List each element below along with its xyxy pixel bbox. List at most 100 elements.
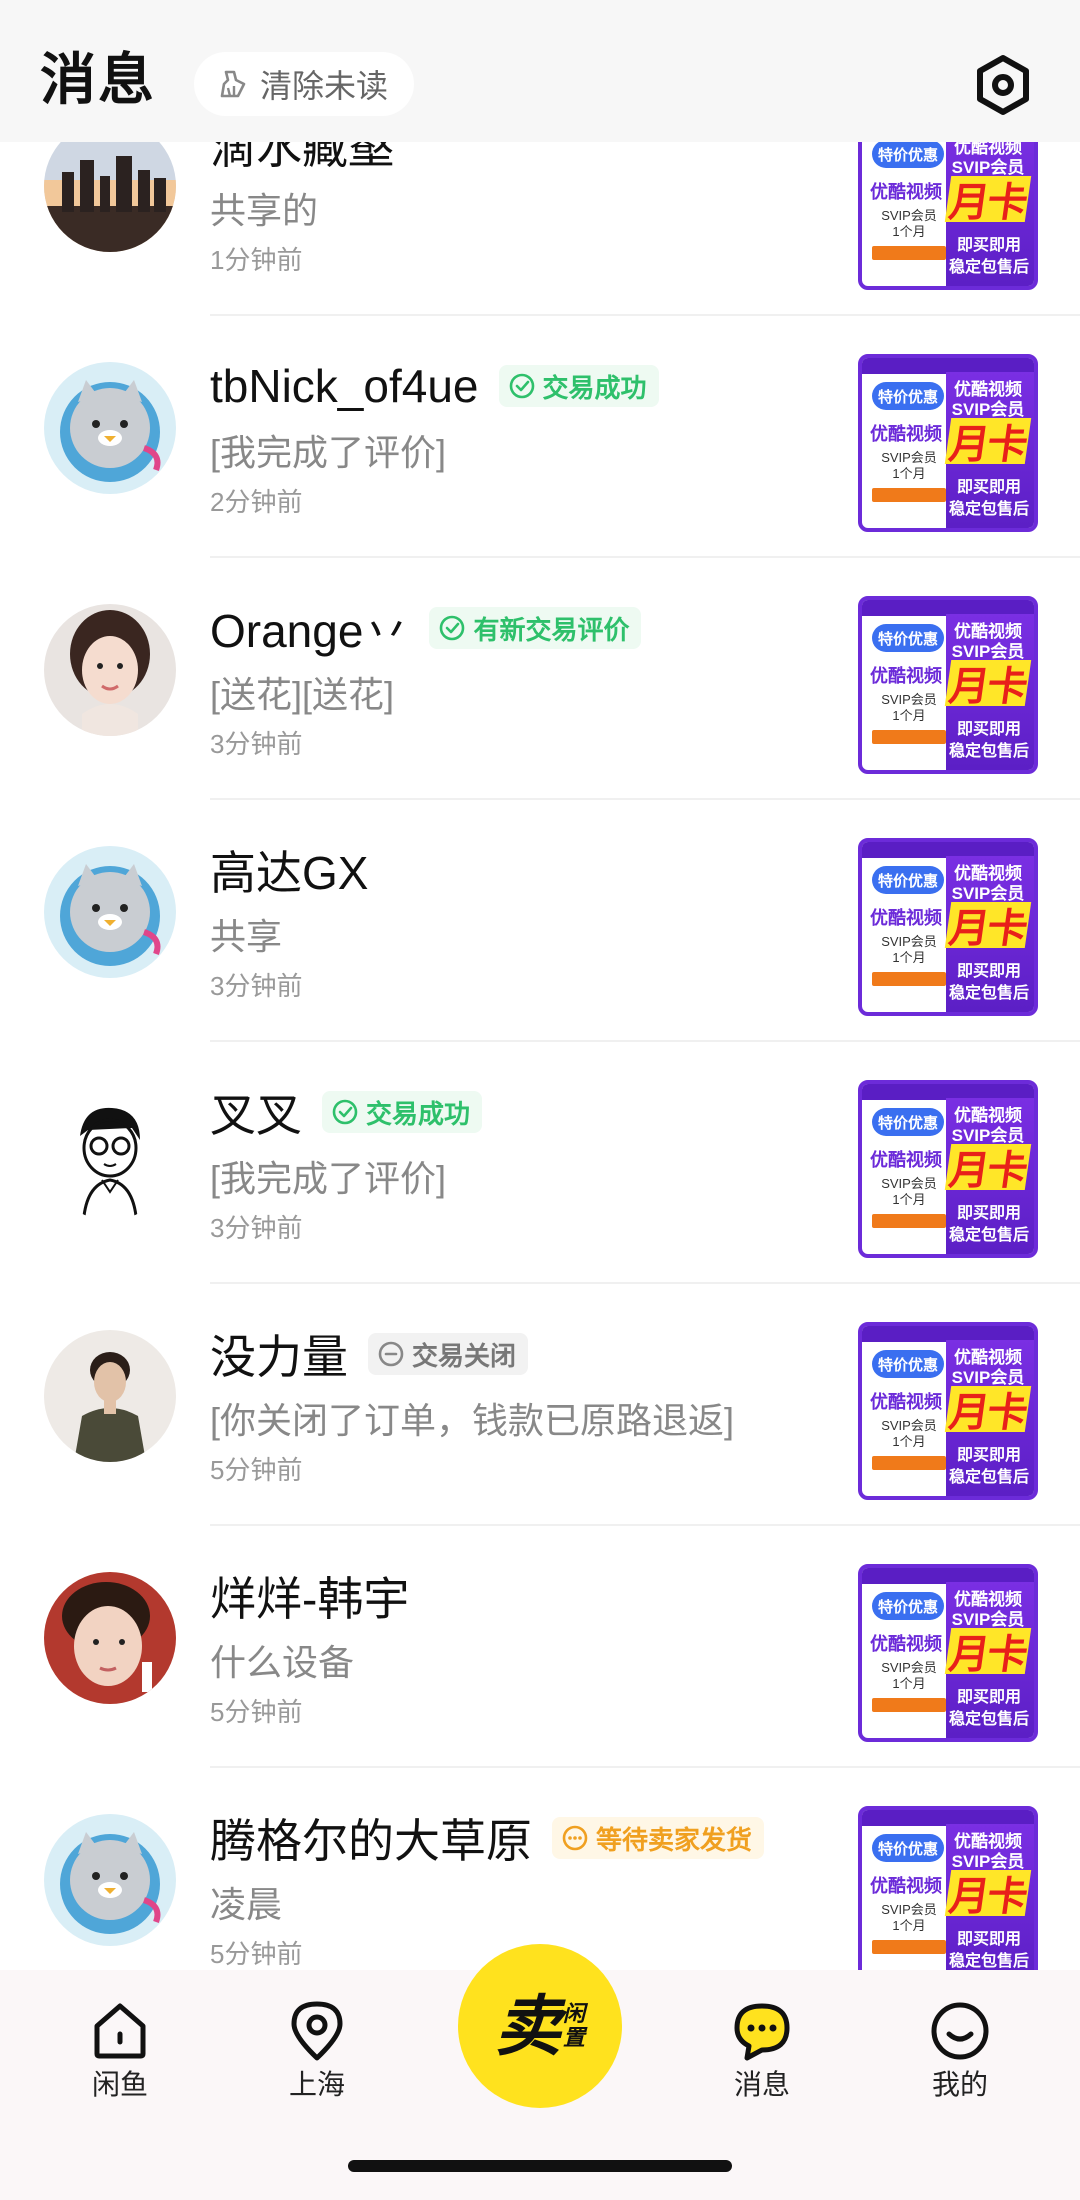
message-time: 5分钟前 — [210, 1939, 303, 1969]
sell-small-label-1: 闲 — [562, 2001, 585, 2026]
thumbnail-stable: 稳定包售后 — [948, 985, 1029, 1002]
thumbnail-card: 月卡 — [944, 1870, 1032, 1919]
thumbnail-buy: 即买即用 — [956, 1689, 1021, 1706]
thumbnail-card: 月卡 — [944, 176, 1032, 225]
thumbnail-r1: 优酷视频 — [954, 142, 1022, 157]
message-row[interactable]: 高达GX 共享 3分钟前 特价优惠 优酷视频 SVIP会员 优酷视频 月卡 SVIP会员 1个月即… — [0, 800, 1080, 1042]
message-time: 5分钟前 — [210, 1697, 303, 1727]
thumbnail-youku: 优酷视频 — [870, 182, 942, 202]
thumbnail-stable: 稳定包售后 — [948, 1227, 1029, 1244]
girl-portrait-avatar[interactable] — [44, 604, 176, 736]
message-preview: [你关闭了订单，钱款已原路退返] — [210, 1400, 735, 1441]
clear-unread-button[interactable]: 清除未读 — [194, 52, 415, 116]
top-bar: 消息 清除未读 — [0, 0, 1080, 142]
thumbnail-pill: 特价优惠 — [872, 866, 944, 894]
product-thumbnail[interactable]: 特价优惠 优酷视频 SVIP会员 优酷视频 月卡 SVIP会员 1个月 即买即用 稳定包售后 — [858, 354, 1038, 532]
city-skyline-avatar[interactable] — [44, 142, 176, 252]
status-badge-label: 有新交易评价 — [473, 614, 630, 645]
message-time: 3分钟前 — [210, 1213, 303, 1243]
thumbnail-card: 月卡 — [944, 902, 1032, 951]
thumbnail-svip: SVIP会员 — [881, 1176, 937, 1191]
thumbnail-month: 1个月 — [892, 708, 926, 723]
clear-unread-label: 清除未读 — [260, 68, 389, 104]
contact-name: 没力量 — [210, 1331, 348, 1383]
thumbnail-svip: SVIP会员 — [881, 1418, 937, 1433]
tab-home[interactable]: 闲鱼 — [50, 2000, 190, 2110]
tab-profile[interactable]: 我的 — [890, 2000, 1030, 2110]
thumbnail-pill: 特价优惠 — [872, 1834, 944, 1862]
man-portrait-avatar[interactable] — [44, 1330, 176, 1462]
home-icon — [94, 2003, 146, 2059]
thumbnail-card: 月卡 — [944, 1386, 1032, 1435]
cat-mascot-avatar[interactable] — [44, 846, 176, 978]
status-badge: 交易成功 — [322, 1091, 483, 1133]
thumbnail-buy: 即买即用 — [956, 1447, 1021, 1464]
message-time: 3分钟前 — [210, 729, 303, 759]
boy-portrait-avatar[interactable] — [44, 1572, 176, 1704]
cartoon-boy-avatar[interactable] — [44, 1088, 176, 1220]
thumbnail-svip: SVIP会员 — [881, 1902, 937, 1917]
cat-mascot-avatar[interactable] — [44, 1814, 176, 1946]
message-row[interactable]: 叉叉 交易成功 [我完成了评价] 3分钟前 特价优惠 优酷视频 SVIP会员 优酷视频 月卡 SV… — [0, 1042, 1080, 1284]
thumbnail-stable: 稳定包售后 — [948, 501, 1029, 518]
status-badge-label: 交易成功 — [542, 372, 647, 403]
sell-button[interactable]: 卖 闲 置 — [458, 1944, 622, 2108]
status-badge: 等待卖家发货 — [552, 1817, 765, 1859]
message-row[interactable]: tbNick_of4ue 交易成功 [我完成了评价] 2分钟前 特价优惠 优酷视频 SVIP… — [0, 316, 1080, 558]
thumbnail-youku: 优酷视频 — [870, 1392, 942, 1412]
thumbnail-r1: 优酷视频 — [954, 1348, 1022, 1367]
thumbnail-stable: 稳定包售后 — [948, 743, 1029, 760]
thumbnail-orange — [872, 1940, 946, 1954]
tab-home-label: 闲鱼 — [91, 2069, 148, 2100]
profile-icon — [931, 2002, 989, 2060]
contact-name: 叉叉 — [210, 1089, 302, 1141]
contact-name: tbNick_of4ue — [210, 360, 479, 412]
message-row[interactable]: 滴水藏壑 共享的 1分钟前 特价优惠 优酷视频 SVIP会员 优酷视频 月卡 SVIP会员 1个月… — [0, 142, 1080, 316]
thumbnail-pill: 特价优惠 — [872, 142, 944, 168]
thumbnail-month: 1个月 — [892, 224, 926, 239]
contact-name: 腾格尔的大草原 — [210, 1815, 532, 1867]
thumbnail-buy: 即买即用 — [956, 479, 1021, 496]
settings-icon — [977, 55, 1029, 115]
product-thumbnail[interactable]: 特价优惠 优酷视频 SVIP会员 优酷视频 月卡 SVIP会员 1个月 即买即用 稳定包售后 — [858, 838, 1038, 1016]
home-indicator — [348, 2160, 732, 2172]
product-thumbnail[interactable]: 特价优惠 优酷视频 SVIP会员 优酷视频 月卡 SVIP会员 1个月 即买即用 稳定包售后 — [858, 1322, 1038, 1500]
tab-messages[interactable]: 消息 — [692, 2000, 832, 2110]
message-row[interactable]: 烊烊-韩宇 什么设备 5分钟前 特价优惠 优酷视频 SVIP会员 优酷视频 月卡 SVIP会员 1… — [0, 1526, 1080, 1768]
page-title: 消息 — [40, 48, 156, 111]
thumbnail-r1: 优酷视频 — [954, 1832, 1022, 1851]
thumbnail-buy: 即买即用 — [956, 237, 1021, 254]
message-time: 2分钟前 — [210, 487, 303, 517]
thumbnail-card: 月卡 — [944, 1628, 1032, 1677]
tab-profile-label: 我的 — [931, 2069, 988, 2100]
thumbnail-buy: 即买即用 — [956, 1931, 1021, 1948]
thumbnail-svip: SVIP会员 — [881, 692, 937, 707]
contact-name: 滴水藏壑 — [210, 142, 394, 173]
message-list[interactable]: 滴水藏壑 共享的 1分钟前 特价优惠 优酷视频 SVIP会员 优酷视频 月卡 SVIP会员 1个月… — [0, 142, 1080, 1970]
message-row[interactable]: 腾格尔的大草原 等待卖家发货 凌晨 5分钟前 特价优惠 优酷视频 SVIP会员 优酷视频 月卡 S… — [0, 1768, 1080, 1970]
thumbnail-orange — [872, 246, 946, 260]
message-time: 1分钟前 — [210, 245, 303, 275]
product-thumbnail[interactable]: 特价优惠 优酷视频 SVIP会员 优酷视频 月卡 SVIP会员 1个月 即买即用 稳定包售后 — [858, 1564, 1038, 1742]
product-thumbnail[interactable]: 特价优惠 优酷视频 SVIP会员 优酷视频 月卡 SVIP会员 1个月 即买即用 稳定包售后 — [858, 1080, 1038, 1258]
product-thumbnail[interactable]: 特价优惠 优酷视频 SVIP会员 优酷视频 月卡 SVIP会员 1个月 即买即用 稳定包售后 — [858, 1806, 1038, 1970]
thumbnail-r1: 优酷视频 — [954, 622, 1022, 641]
message-preview: 共享 — [210, 916, 283, 957]
message-preview: 凌晨 — [210, 1884, 283, 1925]
status-badge: 交易成功 — [498, 365, 659, 407]
settings-button[interactable] — [972, 54, 1034, 116]
check-circle-icon — [332, 1099, 358, 1125]
product-thumbnail[interactable]: 特价优惠 优酷视频 SVIP会员 优酷视频 月卡 SVIP会员 1个月 即买即用 稳定包售后 — [858, 142, 1038, 290]
check-circle-icon — [509, 373, 534, 399]
thumbnail-pill: 特价优惠 — [872, 1592, 944, 1620]
cat-mascot-avatar[interactable] — [44, 362, 176, 494]
thumbnail-month: 1个月 — [892, 1192, 926, 1207]
thumbnail-youku: 优酷视频 — [870, 908, 942, 928]
message-row[interactable]: Orange丷 有新交易评价 [送花][送花] 3分钟前 特价优惠 优酷视频 SVIP会员 优… — [0, 558, 1080, 800]
product-thumbnail[interactable]: 特价优惠 优酷视频 SVIP会员 优酷视频 月卡 SVIP会员 1个月 即买即用 稳定包售后 — [858, 596, 1038, 774]
thumbnail-svip: SVIP会员 — [881, 1660, 937, 1675]
thumbnail-pill: 特价优惠 — [872, 1350, 944, 1378]
tab-location[interactable]: 上海 — [247, 2000, 387, 2110]
message-row[interactable]: 没力量 交易关闭 [你关闭了订单，钱款已原路退返] 5分钟前 特价优惠 优酷视频 SVIP会… — [0, 1284, 1080, 1526]
thumbnail-stable: 稳定包售后 — [948, 1711, 1029, 1728]
